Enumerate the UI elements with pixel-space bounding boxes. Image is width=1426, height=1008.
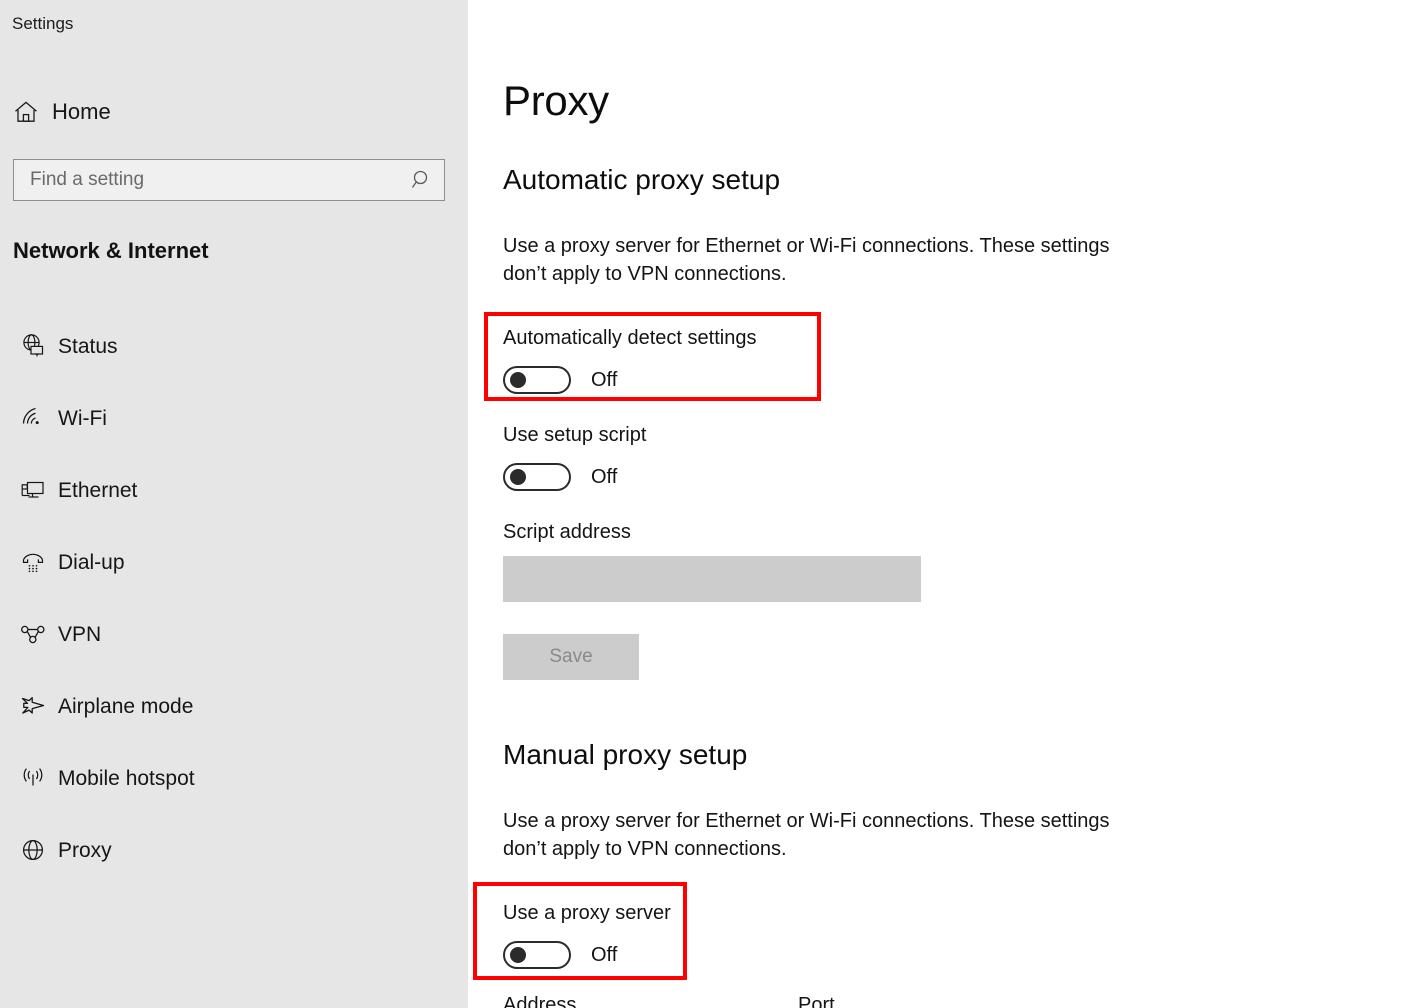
globe-monitor-icon	[0, 331, 58, 361]
sidebar-item-ethernet[interactable]: Ethernet	[0, 454, 468, 526]
main-content: Proxy Automatic proxy setup Use a proxy …	[468, 0, 1426, 1008]
manual-proxy-setup-description: Use a proxy server for Ethernet or Wi-Fi…	[503, 810, 1110, 860]
sidebar-item-dialup-label: Dial-up	[58, 550, 125, 574]
use-proxy-server-toggle[interactable]	[503, 941, 571, 969]
sidebar: Settings Home Network & Internet	[0, 0, 468, 1008]
save-button[interactable]: Save	[503, 634, 639, 680]
use-proxy-server-row: Off	[503, 940, 617, 970]
script-address-input[interactable]	[503, 556, 921, 602]
automatic-proxy-setup-description: Use a proxy server for Ethernet or Wi-Fi…	[503, 235, 1110, 285]
page-title: Proxy	[503, 77, 609, 124]
sidebar-item-proxy-label: Proxy	[58, 838, 112, 862]
vpn-icon	[0, 619, 58, 649]
sidebar-item-wifi[interactable]: Wi-Fi	[0, 382, 468, 454]
sidebar-item-status-label: Status	[58, 334, 118, 358]
automatic-proxy-setup-heading: Automatic proxy setup	[503, 164, 781, 195]
search-input[interactable]	[14, 160, 400, 200]
ethernet-icon	[0, 475, 58, 505]
toggle-knob	[510, 947, 526, 963]
app-title: Settings	[12, 14, 74, 33]
toggle-knob	[510, 372, 526, 388]
auto-detect-settings-toggle[interactable]	[503, 366, 571, 394]
use-setup-script-label: Use setup script	[503, 424, 647, 446]
sidebar-item-ethernet-label: Ethernet	[58, 478, 138, 502]
sidebar-item-mobile-hotspot-label: Mobile hotspot	[58, 766, 195, 790]
sidebar-item-airplane-mode-label: Airplane mode	[58, 694, 194, 718]
sidebar-item-airplane-mode[interactable]: Airplane mode	[0, 670, 468, 742]
use-setup-script-state: Off	[591, 466, 618, 488]
use-setup-script-row: Off	[503, 462, 617, 492]
settings-window: Settings Home Network & Internet	[0, 0, 1426, 1008]
airplane-icon	[0, 691, 58, 721]
sidebar-item-vpn[interactable]: VPN	[0, 598, 468, 670]
sidebar-item-proxy[interactable]: Proxy	[0, 814, 468, 886]
proxy-port-label: Port	[798, 994, 835, 1008]
wifi-icon	[0, 403, 58, 433]
sidebar-item-vpn-label: VPN	[58, 622, 102, 646]
proxy-address-label: Address	[503, 994, 577, 1008]
sidebar-category-title: Network & Internet	[13, 238, 209, 263]
sidebar-item-wifi-label: Wi-Fi	[58, 406, 107, 430]
manual-proxy-setup-heading: Manual proxy setup	[503, 739, 748, 770]
auto-detect-settings-row: Off	[503, 365, 617, 395]
home-icon	[0, 98, 52, 126]
sidebar-item-home[interactable]: Home	[0, 90, 468, 134]
use-proxy-server-label: Use a proxy server	[503, 902, 671, 924]
use-setup-script-toggle[interactable]	[503, 463, 571, 491]
auto-detect-settings-state: Off	[591, 369, 618, 391]
use-proxy-server-state: Off	[591, 944, 618, 966]
sidebar-item-mobile-hotspot[interactable]: Mobile hotspot	[0, 742, 468, 814]
sidebar-item-dialup[interactable]: Dial-up	[0, 526, 468, 598]
sidebar-item-home-label: Home	[52, 99, 111, 124]
toggle-knob	[510, 469, 526, 485]
search-icon[interactable]	[400, 160, 444, 200]
sidebar-nav: Status Wi-Fi Ethernet Dial-up VPN Airpla…	[0, 310, 468, 886]
dialup-phone-icon	[0, 547, 58, 577]
hotspot-icon	[0, 763, 58, 793]
globe-icon	[0, 835, 58, 865]
search-box[interactable]	[13, 159, 445, 201]
script-address-label: Script address	[503, 521, 631, 543]
sidebar-item-status[interactable]: Status	[0, 310, 468, 382]
auto-detect-settings-label: Automatically detect settings	[503, 327, 757, 349]
